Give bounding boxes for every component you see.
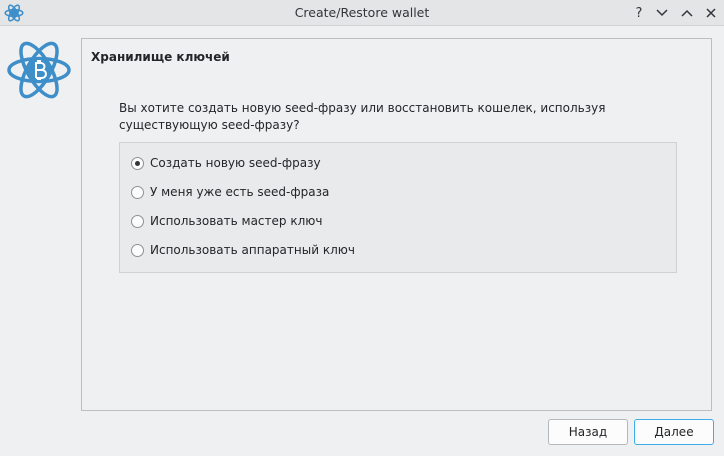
electrum-logo-icon: [7, 41, 71, 99]
radio-button[interactable]: [131, 156, 144, 170]
chevron-up-icon: [681, 9, 693, 17]
question-text: Вы хотите создать новую seed-фразу или в…: [119, 101, 606, 132]
radio-button[interactable]: [131, 243, 144, 257]
radio-button[interactable]: [131, 185, 144, 199]
window-titlebar: Create/Restore wallet ?: [0, 0, 724, 26]
option-label: Использовать мастер ключ: [150, 214, 323, 228]
option-have-seed[interactable]: У меня уже есть seed-фраза: [131, 182, 329, 202]
wizard-content: Хранилище ключей Вы хотите создать новую…: [81, 38, 712, 411]
close-button[interactable]: [700, 2, 722, 24]
help-icon: ?: [635, 5, 643, 21]
minimize-button[interactable]: [651, 2, 673, 24]
window-title: Create/Restore wallet: [294, 5, 430, 20]
page-title: Хранилище ключей: [91, 50, 230, 64]
back-button[interactable]: Назад: [548, 419, 628, 445]
radio-selected-dot: [135, 160, 140, 166]
option-master-key[interactable]: Использовать мастер ключ: [131, 211, 322, 231]
help-button[interactable]: ?: [628, 2, 650, 24]
options-group: Создать новую seed-фразу У меня уже есть…: [119, 142, 677, 273]
next-button[interactable]: Далее: [634, 419, 714, 445]
option-hardware-key[interactable]: Использовать аппаратный ключ: [131, 240, 355, 260]
option-create-seed[interactable]: Создать новую seed-фразу: [131, 153, 321, 173]
option-label: У меня уже есть seed-фраза: [150, 185, 330, 199]
option-label: Использовать аппаратный ключ: [150, 243, 355, 257]
maximize-button[interactable]: [676, 2, 698, 24]
option-label: Создать новую seed-фразу: [150, 156, 321, 170]
radio-button[interactable]: [131, 214, 144, 228]
close-icon: [706, 8, 716, 18]
chevron-down-icon: [656, 9, 668, 17]
